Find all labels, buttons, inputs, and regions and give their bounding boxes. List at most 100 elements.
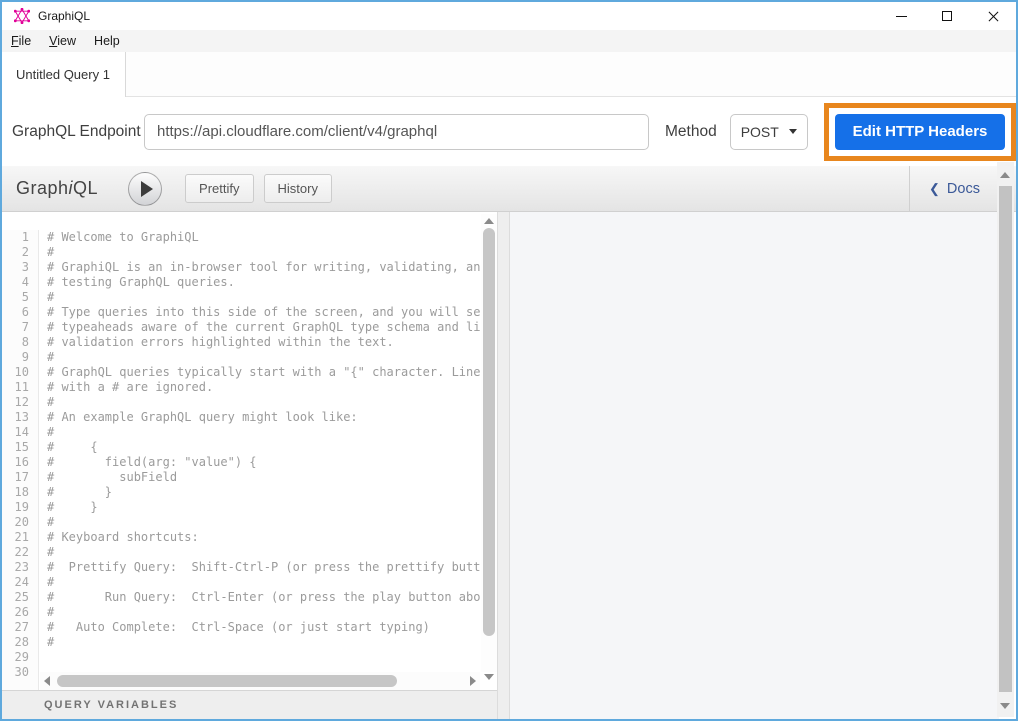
line-number-gutter: 1234567891011121314151617181920212223242… — [2, 230, 39, 690]
editor-line-number: 18 — [2, 485, 29, 500]
docs-button[interactable]: ❮ Docs — [909, 166, 999, 212]
window-controls — [878, 2, 1016, 30]
result-pane — [510, 212, 999, 719]
graphql-logo-icon — [14, 8, 30, 24]
close-icon — [987, 10, 1000, 23]
editor-line: # { — [47, 440, 481, 455]
editor-line-number: 17 — [2, 470, 29, 485]
editor-vertical-scrollbar[interactable] — [481, 214, 497, 672]
scroll-down-icon[interactable] — [484, 674, 494, 680]
chevron-down-icon — [789, 129, 797, 134]
editor-line-number: 7 — [2, 320, 29, 335]
editor-line-number: 11 — [2, 380, 29, 395]
editor-line: # testing GraphQL queries. — [47, 275, 481, 290]
endpoint-label: GraphQL Endpoint — [12, 123, 144, 141]
editor-line-number: 19 — [2, 500, 29, 515]
editor-line-number: 20 — [2, 515, 29, 530]
window-title: GraphiQL — [38, 9, 90, 23]
minimize-button[interactable] — [878, 2, 924, 30]
editor-line-number: 10 — [2, 365, 29, 380]
editor-line: # Keyboard shortcuts: — [47, 530, 481, 545]
editor-line-number: 15 — [2, 440, 29, 455]
editor-line: # Run Query: Ctrl-Enter (or press the pl… — [47, 590, 481, 605]
edit-http-headers-button[interactable]: Edit HTTP Headers — [835, 114, 1005, 150]
editor-line: # subField — [47, 470, 481, 485]
main-area: 1234567891011121314151617181920212223242… — [2, 212, 1016, 719]
graphiql-window: GraphiQL File View Help Untitled Query 1… — [0, 0, 1018, 721]
close-button[interactable] — [970, 2, 1016, 30]
editor-line-number: 13 — [2, 410, 29, 425]
editor-line-number: 4 — [2, 275, 29, 290]
editor-line-number: 29 — [2, 650, 29, 665]
editor-line-number: 9 — [2, 350, 29, 365]
editor-line-number: 3 — [2, 260, 29, 275]
tab-bar: Untitled Query 1 — [2, 52, 1016, 97]
editor-line: # } — [47, 500, 481, 515]
chevron-left-icon: ❮ — [929, 181, 940, 197]
editor-line: # — [47, 545, 481, 560]
menubar: File View Help — [2, 30, 1016, 52]
scroll-left-icon[interactable] — [44, 676, 50, 686]
editor-line-number: 12 — [2, 395, 29, 410]
maximize-button[interactable] — [924, 2, 970, 30]
window-vertical-scrollbar[interactable] — [997, 162, 1014, 717]
editor-line-number: 8 — [2, 335, 29, 350]
editor-hscroll-thumb[interactable] — [57, 675, 397, 687]
method-label: Method — [665, 123, 717, 141]
window-vscroll-thumb[interactable] — [999, 186, 1012, 692]
editor-line: # field(arg: "value") { — [47, 455, 481, 470]
menu-file[interactable]: File — [2, 30, 40, 52]
method-select[interactable]: POST — [730, 114, 808, 150]
editor-line-number: 23 — [2, 560, 29, 575]
editor-horizontal-scrollbar[interactable] — [40, 672, 480, 690]
minimize-icon — [896, 16, 907, 17]
graphiql-toolbar: GraphiQL Prettify History ❮ Docs — [2, 166, 1016, 212]
editor-line: # Prettify Query: Shift-Ctrl-P (or press… — [47, 560, 481, 575]
editor-line-number: 28 — [2, 635, 29, 650]
history-button[interactable]: History — [264, 174, 332, 203]
editor-line-number: 14 — [2, 425, 29, 440]
editor-line: # with a # are ignored. — [47, 380, 481, 395]
editor-line-number: 26 — [2, 605, 29, 620]
editor-line: # — [47, 395, 481, 410]
editor-line: # } — [47, 485, 481, 500]
query-editor[interactable]: # Welcome to GraphiQL## GraphiQL is an i… — [39, 230, 481, 690]
editor-line: # — [47, 635, 481, 650]
tab-label: Untitled Query 1 — [16, 67, 110, 82]
editor-line: # Type queries into this side of the scr… — [47, 305, 481, 320]
tab-untitled-query-1[interactable]: Untitled Query 1 — [2, 52, 126, 97]
scroll-down-icon[interactable] — [1000, 703, 1010, 709]
query-variables-title: QUERY VARIABLES — [44, 699, 178, 711]
query-variables-bar[interactable]: QUERY VARIABLES — [2, 690, 497, 719]
editor-line-number: 2 — [2, 245, 29, 260]
pane-divider[interactable] — [497, 212, 510, 719]
editor-line-number: 30 — [2, 665, 29, 680]
titlebar: GraphiQL — [2, 2, 1016, 30]
menu-view[interactable]: View — [40, 30, 85, 52]
tab-bar-filler — [126, 52, 1016, 97]
editor-line: # GraphiQL is an in-browser tool for wri… — [47, 260, 481, 275]
editor-line: # An example GraphQL query might look li… — [47, 410, 481, 425]
editor-lines: 1234567891011121314151617181920212223242… — [2, 212, 481, 690]
prettify-button[interactable]: Prettify — [185, 174, 253, 203]
editor-line: # — [47, 425, 481, 440]
editor-line-number: 24 — [2, 575, 29, 590]
scroll-up-icon[interactable] — [484, 218, 494, 224]
endpoint-input[interactable] — [144, 114, 649, 150]
editor-vscroll-thumb[interactable] — [483, 228, 495, 636]
editor-line: # — [47, 575, 481, 590]
editor-line: # typeaheads aware of the current GraphQ… — [47, 320, 481, 335]
scroll-right-icon[interactable] — [470, 676, 476, 686]
editor-line-number: 6 — [2, 305, 29, 320]
editor-line: # — [47, 515, 481, 530]
editor-line: # GraphQL queries typically start with a… — [47, 365, 481, 380]
editor-line-number: 27 — [2, 620, 29, 635]
editor-line-number: 25 — [2, 590, 29, 605]
editor-line: # Auto Complete: Ctrl-Space (or just sta… — [47, 620, 481, 635]
editor-line-number: 5 — [2, 290, 29, 305]
editor-line-number: 21 — [2, 530, 29, 545]
menu-help[interactable]: Help — [85, 30, 129, 52]
scroll-up-icon[interactable] — [1000, 172, 1010, 178]
execute-query-button[interactable] — [128, 172, 162, 206]
edit-headers-highlight-box: Edit HTTP Headers — [824, 103, 1016, 161]
